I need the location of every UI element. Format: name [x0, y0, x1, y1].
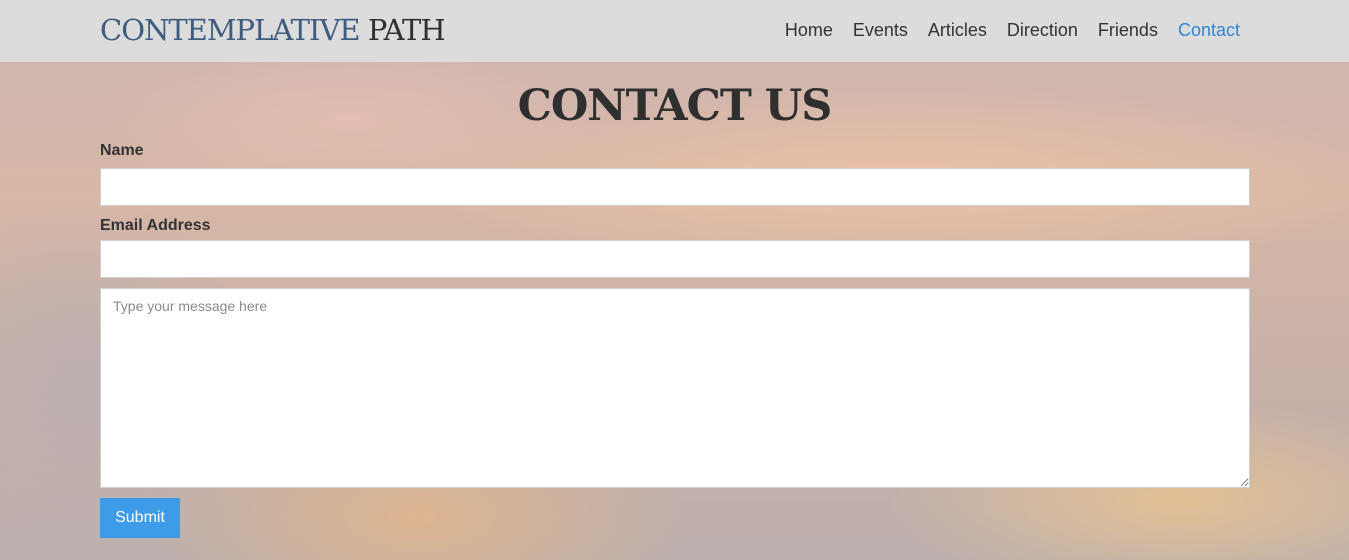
nav-item-home: Home — [785, 19, 833, 41]
navbar: CONTEMPLATIVE PATH Home Events Articles … — [0, 0, 1349, 62]
nav-link-events[interactable]: Events — [853, 20, 908, 40]
nav-item-direction: Direction — [1007, 19, 1078, 41]
nav-menu: Home Events Articles Direction Friends C… — [785, 19, 1240, 41]
nav-item-events: Events — [853, 19, 908, 41]
nav-item-articles: Articles — [928, 19, 987, 41]
nav-link-friends[interactable]: Friends — [1098, 20, 1158, 40]
brand-name-part1: CONTEMPLATIVE — [100, 13, 361, 47]
brand-logo[interactable]: CONTEMPLATIVE PATH — [100, 12, 446, 48]
page-title: CONTACT US — [517, 81, 833, 131]
nav-item-friends: Friends — [1098, 19, 1158, 41]
name-input[interactable] — [100, 168, 1250, 206]
nav-link-home[interactable]: Home — [785, 20, 833, 40]
message-textarea[interactable] — [100, 288, 1250, 488]
nav-item-contact: Contact — [1178, 19, 1240, 41]
email-label: Email Address — [100, 217, 211, 234]
nav-link-direction[interactable]: Direction — [1007, 20, 1078, 40]
submit-button[interactable]: Submit — [100, 498, 180, 538]
brand-name-part2: PATH — [367, 13, 446, 47]
email-input[interactable] — [100, 240, 1250, 278]
nav-link-articles[interactable]: Articles — [928, 20, 987, 40]
name-label: Name — [100, 142, 144, 159]
nav-link-contact[interactable]: Contact — [1178, 20, 1240, 40]
